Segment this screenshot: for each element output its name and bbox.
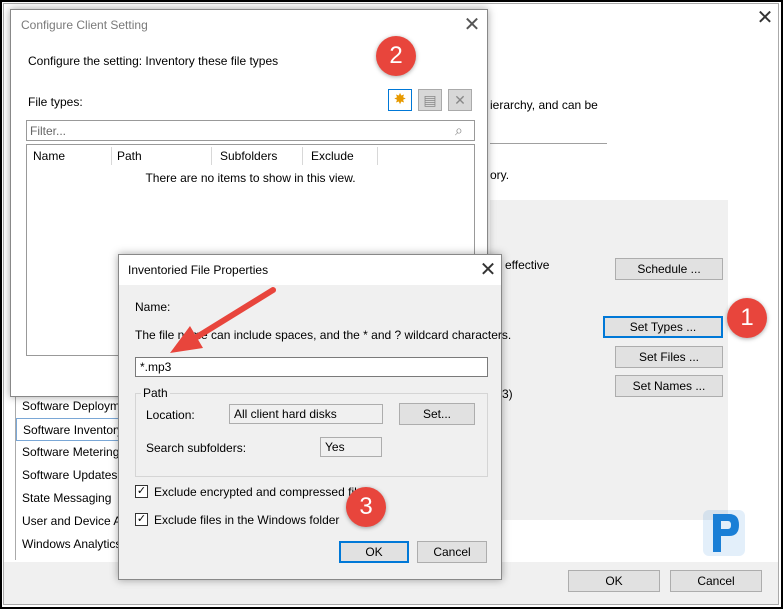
arrow-shaft (189, 287, 276, 343)
annotation-arrow (170, 287, 276, 353)
